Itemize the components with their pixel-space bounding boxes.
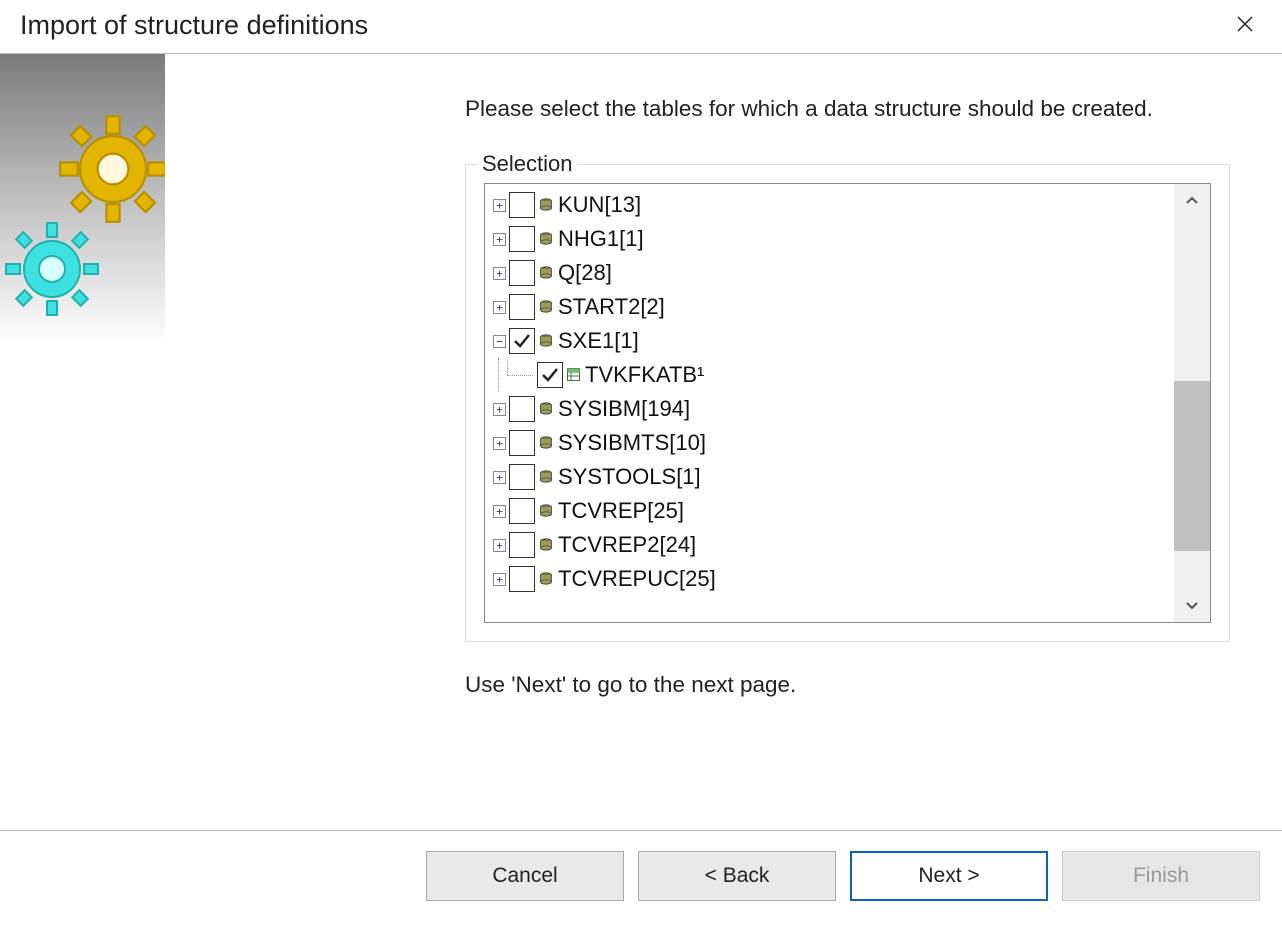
expand-toggle[interactable]: +: [493, 437, 506, 450]
content-pane: Please select the tables for which a dat…: [465, 94, 1230, 698]
tree-checkbox[interactable]: [509, 430, 535, 456]
schema-icon: [538, 571, 554, 587]
tree-node-label: SYSIBM[194]: [558, 396, 690, 422]
tree-node-label: TVKFKATB¹: [585, 362, 704, 388]
expand-toggle[interactable]: +: [493, 199, 506, 212]
tree-node-label: KUN[13]: [558, 192, 641, 218]
scroll-up-button[interactable]: [1174, 184, 1210, 218]
expand-toggle[interactable]: +: [493, 539, 506, 552]
tree-node[interactable]: + Q[28]: [491, 256, 1168, 290]
instruction-text: Please select the tables for which a dat…: [465, 94, 1230, 124]
selection-fieldset: Selection +KUN[13]+NHG1[1]+Q[28]+START2[…: [465, 164, 1230, 642]
gear-cyan-icon: [2, 219, 102, 319]
selection-legend: Selection: [478, 151, 577, 177]
tree-node-label: Q[28]: [558, 260, 612, 286]
title-bar: Import of structure definitions: [0, 0, 1282, 54]
expand-toggle[interactable]: +: [493, 471, 506, 484]
tree-checkbox[interactable]: [509, 226, 535, 252]
tree-node-label: TCVREP2[24]: [558, 532, 696, 558]
button-bar: Cancel < Back Next > Finish: [0, 830, 1282, 925]
tree-node-label: TCVREPUC[25]: [558, 566, 716, 592]
tree-container: + KUN[13] + NHG1[1] + Q[28] + START2[2] − SXE1[1]…: [484, 183, 1211, 623]
chevron-down-icon: [1184, 597, 1200, 613]
schema-icon: [538, 503, 554, 519]
chevron-up-icon: [1184, 193, 1200, 209]
tree-checkbox[interactable]: [509, 498, 535, 524]
schema-icon: [538, 333, 554, 349]
tree-checkbox[interactable]: [509, 328, 535, 354]
next-button[interactable]: Next >: [850, 851, 1048, 901]
tree-node-label: SYSIBMTS[10]: [558, 430, 706, 456]
tree-child-node[interactable]: TVKFKATB¹: [491, 358, 1168, 392]
tree-node-label: NHG1[1]: [558, 226, 644, 252]
schema-icon: [538, 435, 554, 451]
tree-node[interactable]: + START2[2]: [491, 290, 1168, 324]
tree-node[interactable]: + TCVREP[25]: [491, 494, 1168, 528]
close-button[interactable]: [1228, 11, 1262, 41]
close-icon: [1236, 15, 1254, 33]
expand-toggle[interactable]: +: [493, 267, 506, 280]
table-icon: [567, 368, 581, 382]
tree-node[interactable]: + KUN[13]: [491, 188, 1168, 222]
tree-node-label: TCVREP[25]: [558, 498, 684, 524]
schema-icon: [538, 197, 554, 213]
tree-body: + KUN[13] + NHG1[1] + Q[28] + START2[2] − SXE1[1]…: [485, 184, 1174, 622]
schema-icon: [538, 469, 554, 485]
tree-node[interactable]: + TCVREP2[24]: [491, 528, 1168, 562]
tree-checkbox[interactable]: [509, 566, 535, 592]
schema-icon: [538, 265, 554, 281]
tree-checkbox[interactable]: [509, 396, 535, 422]
scroll-down-button[interactable]: [1174, 588, 1210, 622]
cancel-button[interactable]: Cancel: [426, 851, 624, 901]
expand-toggle[interactable]: +: [493, 233, 506, 246]
scroll-track[interactable]: [1174, 218, 1210, 588]
main-area: Please select the tables for which a dat…: [0, 54, 1282, 830]
hint-text: Use 'Next' to go to the next page.: [465, 672, 1230, 698]
tree-node-label: START2[2]: [558, 294, 665, 320]
gear-yellow-icon: [58, 114, 165, 224]
expand-toggle[interactable]: +: [493, 403, 506, 416]
tree-node-label: SYSTOOLS[1]: [558, 464, 701, 490]
tree-checkbox[interactable]: [537, 362, 563, 388]
expand-toggle[interactable]: +: [493, 301, 506, 314]
scroll-thumb[interactable]: [1174, 381, 1210, 551]
tree-checkbox[interactable]: [509, 260, 535, 286]
tree-node[interactable]: + SYSIBM[194]: [491, 392, 1168, 426]
collapse-toggle[interactable]: −: [493, 335, 506, 348]
tree-node[interactable]: + SYSTOOLS[1]: [491, 460, 1168, 494]
tree-node[interactable]: + TCVREPUC[25]: [491, 562, 1168, 596]
tree-checkbox[interactable]: [509, 532, 535, 558]
tree-checkbox[interactable]: [509, 464, 535, 490]
expand-toggle[interactable]: +: [493, 505, 506, 518]
tree-checkbox[interactable]: [509, 294, 535, 320]
back-button[interactable]: < Back: [638, 851, 836, 901]
finish-button: Finish: [1062, 851, 1260, 901]
tree-checkbox[interactable]: [509, 192, 535, 218]
scrollbar[interactable]: [1174, 184, 1210, 622]
tree-node[interactable]: + SYSIBMTS[10]: [491, 426, 1168, 460]
schema-icon: [538, 401, 554, 417]
tree-node[interactable]: − SXE1[1]: [491, 324, 1168, 358]
schema-icon: [538, 299, 554, 315]
wizard-graphic: [0, 54, 165, 344]
dialog-title: Import of structure definitions: [20, 10, 368, 41]
schema-icon: [538, 537, 554, 553]
tree-node-label: SXE1[1]: [558, 328, 639, 354]
tree-node[interactable]: + NHG1[1]: [491, 222, 1168, 256]
expand-toggle[interactable]: +: [493, 573, 506, 586]
schema-icon: [538, 231, 554, 247]
